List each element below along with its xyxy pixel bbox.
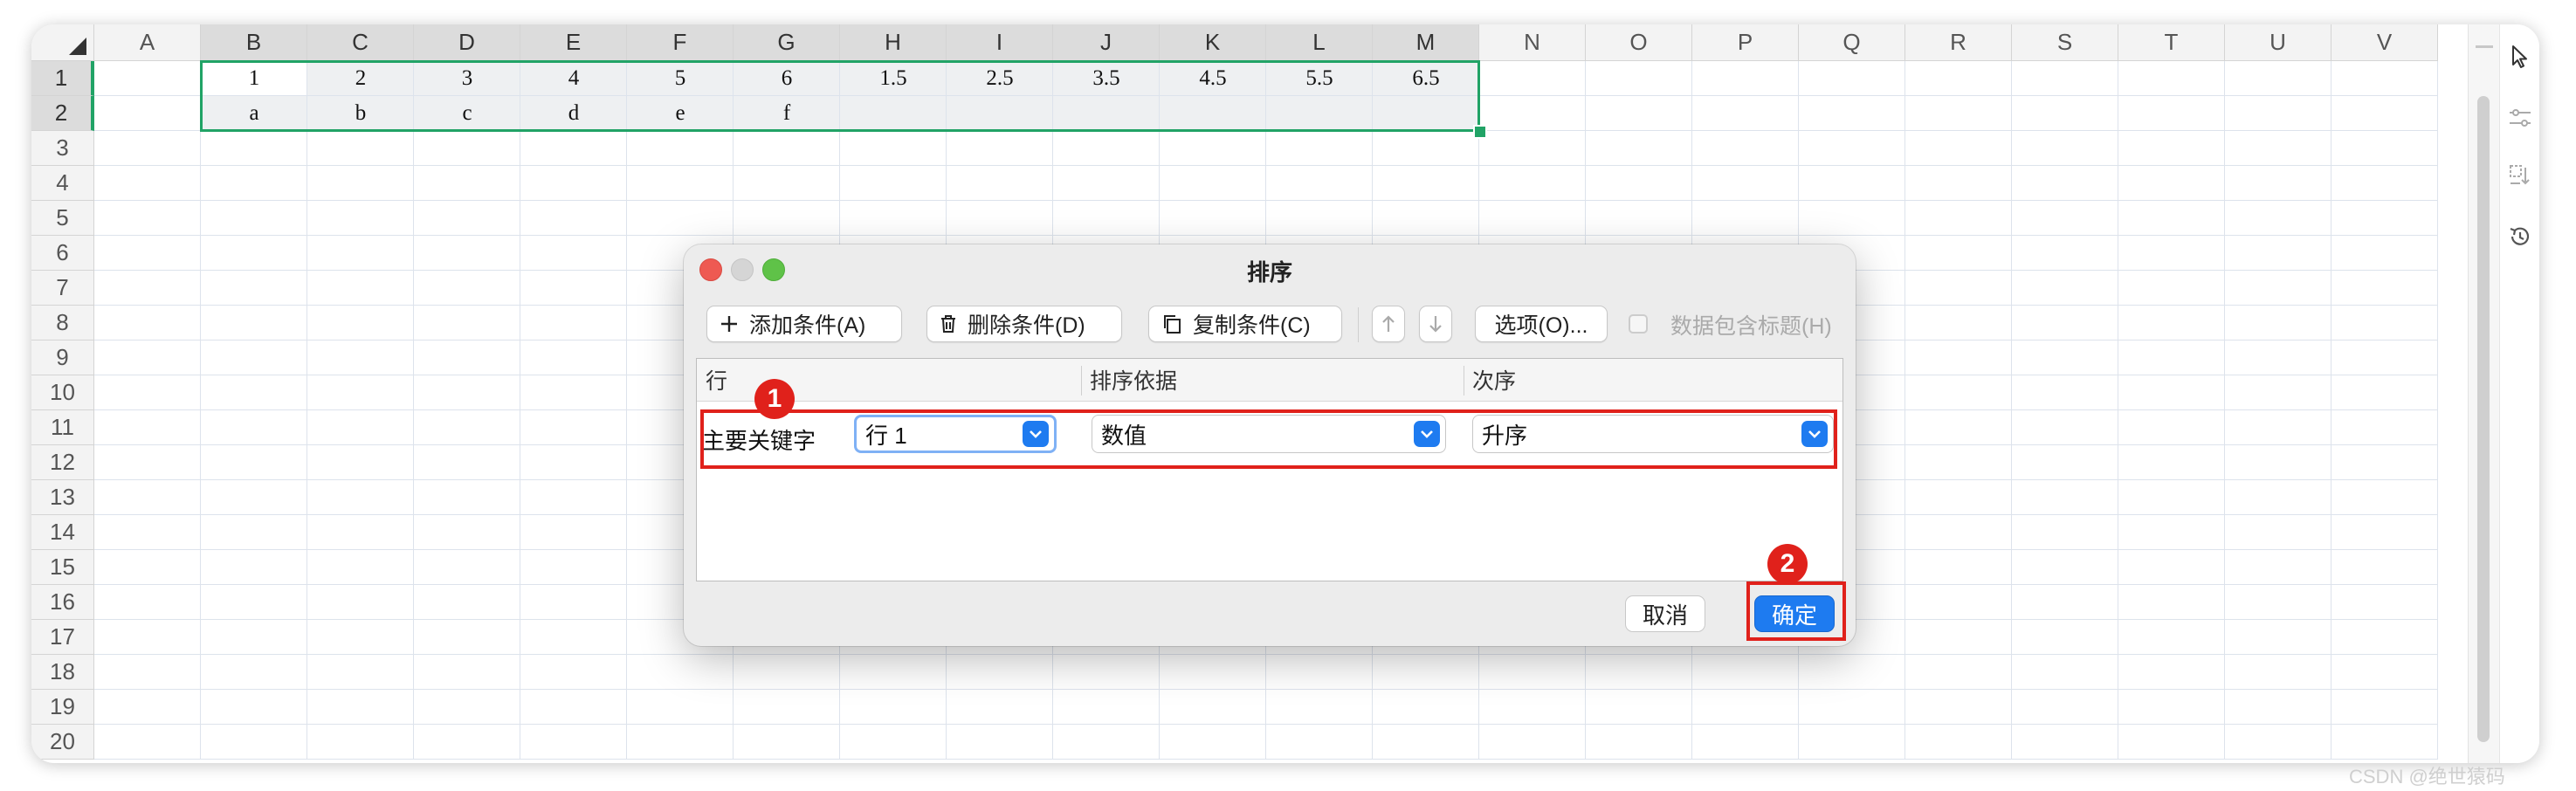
column-header-o[interactable]: O [1586,24,1692,61]
slider-settings-icon[interactable] [2507,105,2533,131]
column-header-s[interactable]: S [2012,24,2118,61]
row-header-10[interactable]: 10 [31,375,94,410]
column-header-r[interactable]: R [1905,24,2012,61]
row-header-11[interactable]: 11 [31,410,94,445]
column-header-d[interactable]: D [414,24,520,61]
select-all-icon [69,38,86,55]
scrollbar-top-marker [2476,45,2493,48]
row-header-17[interactable]: 17 [31,620,94,655]
annotation-marker-2: 2 [1767,544,1808,584]
add-condition-label: 添加条件(A) [749,313,866,338]
grid-line [2224,61,2225,760]
add-condition-button[interactable]: 添加条件(A) [706,306,902,342]
plus-icon [720,314,739,334]
column-header-f[interactable]: F [627,24,734,61]
options-button[interactable]: 选项(O)... [1475,306,1608,342]
dialog-title: 排序 [1246,259,1292,285]
row-header-3[interactable]: 3 [31,131,94,166]
row-header-20[interactable]: 20 [31,725,94,760]
has-header-label: 数据包含标题(H) [1670,314,1832,339]
move-up-button[interactable] [1372,306,1405,342]
row-header-19[interactable]: 19 [31,690,94,725]
options-label: 选项(O)... [1494,313,1588,338]
row-header-1[interactable]: 1 [31,61,94,96]
delete-condition-label: 删除条件(D) [968,313,1085,338]
annotation-box-ok [1746,581,1846,641]
sort-conditions-table: 行 排序依据 次序 主要关键字 行 1 数值 升序 [696,358,1843,581]
grid-line [94,689,2438,690]
copy-icon [1161,313,1182,334]
row-header-6[interactable]: 6 [31,236,94,271]
arrow-down-icon [1429,316,1442,333]
toolbar-separator [1358,307,1359,342]
trash-icon [940,314,957,334]
row-header-4[interactable]: 4 [31,166,94,201]
row-header-18[interactable]: 18 [31,655,94,690]
row-header-8[interactable]: 8 [31,306,94,340]
column-header-n[interactable]: N [1479,24,1586,61]
column-header-order: 次序 [1472,369,1517,394]
cancel-button[interactable]: 取消 [1625,595,1705,632]
column-header-sort-by: 排序依据 [1090,369,1178,394]
vertical-scrollbar[interactable] [2468,24,2500,763]
grid-line [1904,61,1905,760]
grid-line [94,724,2438,725]
column-header-e[interactable]: E [520,24,627,61]
row-header-16[interactable]: 16 [31,585,94,620]
right-toolbar [2499,24,2539,763]
grid-line [200,61,201,760]
has-header-checkbox[interactable] [1629,314,1648,334]
column-header-g[interactable]: G [734,24,840,61]
row-header-15[interactable]: 15 [31,550,94,585]
grid-line [2437,61,2438,760]
copy-condition-label: 复制条件(C) [1193,313,1311,338]
column-header-a[interactable]: A [94,24,201,61]
row-header-9[interactable]: 9 [31,340,94,375]
row-header-7[interactable]: 7 [31,271,94,306]
grid-line [2011,61,2012,760]
column-header-p[interactable]: P [1692,24,1799,61]
column-header-m[interactable]: M [1373,24,1479,61]
grid-line [626,61,627,760]
grid-line [94,654,2438,655]
column-header-u[interactable]: U [2225,24,2331,61]
column-header-i[interactable]: I [947,24,1053,61]
copy-condition-button[interactable]: 复制条件(C) [1148,306,1342,342]
column-header-h[interactable]: H [840,24,947,61]
grid-line [94,200,2438,201]
grid-line [94,235,2438,236]
selection-border [200,60,1480,132]
grid-line [94,759,2438,760]
annotation-marker-1: 1 [754,379,795,419]
column-header-k[interactable]: K [1160,24,1266,61]
history-icon[interactable] [2507,224,2533,250]
row-header-2[interactable]: 2 [31,96,94,131]
sort-panel-icon[interactable] [2507,162,2533,189]
select-all-corner[interactable] [31,24,94,61]
arrow-up-icon [1382,315,1395,332]
column-header-l[interactable]: L [1266,24,1373,61]
vertical-scroll-thumb[interactable] [2477,96,2490,742]
row-header-12[interactable]: 12 [31,445,94,480]
grid-line [94,165,2438,166]
pointer-icon[interactable] [2507,44,2533,70]
table-header: 行 排序依据 次序 [697,359,1842,402]
fill-handle[interactable] [1473,125,1487,139]
column-header-v[interactable]: V [2331,24,2438,61]
column-header-j[interactable]: J [1053,24,1160,61]
delete-condition-button[interactable]: 删除条件(D) [926,306,1122,342]
grid-line [413,61,414,760]
row-header-14[interactable]: 14 [31,515,94,550]
column-header-b[interactable]: B [201,24,307,61]
column-header-q[interactable]: Q [1799,24,1905,61]
row-header-13[interactable]: 13 [31,480,94,515]
annotation-box-primary-key [700,409,1837,469]
column-header-t[interactable]: T [2118,24,2225,61]
column-header-c[interactable]: C [307,24,414,61]
watermark: CSDN @绝世猿码 [2349,766,2505,788]
move-down-button[interactable] [1419,306,1452,342]
row-header-5[interactable]: 5 [31,201,94,236]
